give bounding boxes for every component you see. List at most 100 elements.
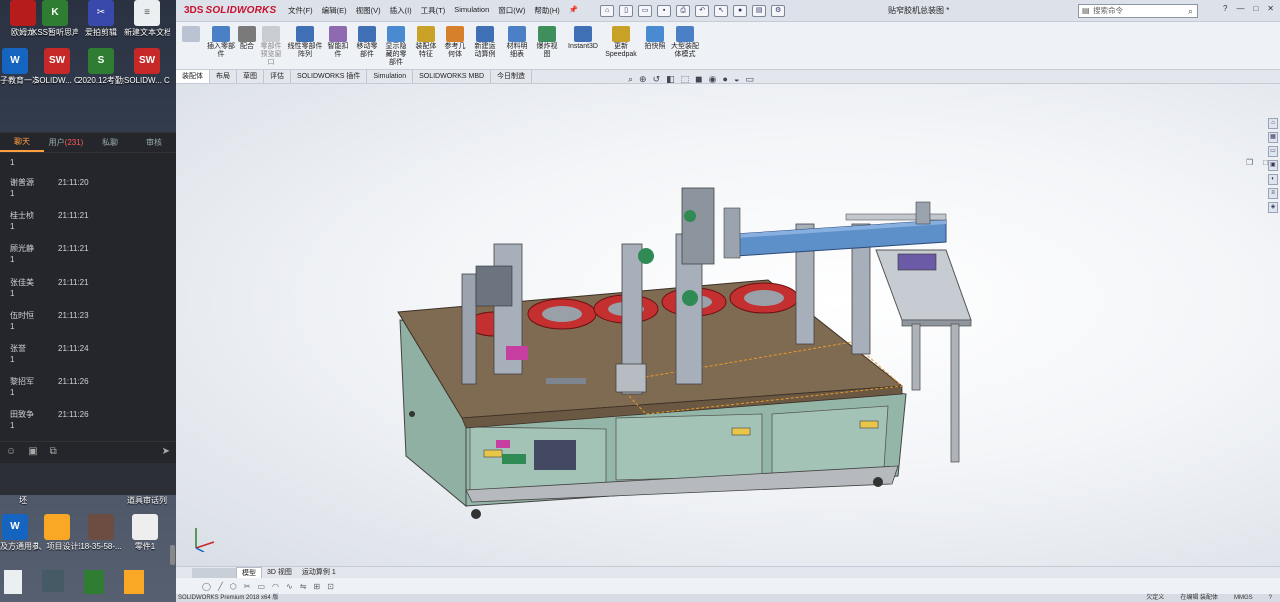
file-properties-icon[interactable]: ▤	[752, 4, 767, 17]
previous-view-icon[interactable]: ↺	[653, 74, 661, 85]
view-orientation-icon[interactable]: ⬚	[681, 74, 690, 85]
appearances-icon[interactable]: ◐	[1268, 174, 1278, 185]
pattern-tool-icon[interactable]: ⊞	[313, 582, 320, 591]
tab-sketch[interactable]: 草图	[237, 70, 264, 83]
spline-tool-icon[interactable]: ∿	[286, 582, 293, 591]
line-tool-icon[interactable]: ╱	[218, 582, 223, 591]
edit-appearance-icon[interactable]: ●	[723, 74, 728, 85]
new-motion-study-button[interactable]: 新建运动算例	[472, 26, 498, 59]
file-explorer-icon[interactable]: ▭	[1268, 146, 1278, 157]
menu-simulation[interactable]: Simulation	[454, 5, 489, 16]
solidworks-resources-icon[interactable]: ⌂	[1268, 118, 1278, 129]
tab-model[interactable]: 模型	[236, 566, 262, 579]
assembly-model[interactable]	[176, 84, 1280, 566]
menu-window[interactable]: 窗口(W)	[498, 5, 525, 16]
maximize-button[interactable]: □	[1253, 4, 1258, 13]
smart-fasteners-button[interactable]: 智能扣件	[326, 26, 350, 59]
bill-of-materials-button[interactable]: 材料明细表	[504, 26, 530, 59]
large-assembly-mode-button[interactable]: 大型装配体模式	[670, 26, 700, 59]
minimize-button[interactable]: —	[1236, 4, 1244, 13]
desktop-icon-solidworks-composer-2[interactable]: SW SOLIDW... Compose...	[124, 48, 170, 86]
print-icon[interactable]: ⎙	[676, 4, 691, 17]
tab-private[interactable]: 私聊	[88, 137, 132, 148]
desktop-icon-textfile[interactable]: ≡ 新建文本文档 (9)	[124, 0, 170, 38]
viewport-restore-icon[interactable]: ❐	[1246, 158, 1253, 167]
home-icon[interactable]: ⌂	[600, 4, 615, 17]
polygon-tool-icon[interactable]: ⬡	[230, 582, 237, 591]
tab-chat[interactable]: 聊天	[0, 134, 44, 152]
save-icon[interactable]: ▪	[657, 4, 672, 17]
view-palette-icon[interactable]: ▣	[1268, 160, 1278, 171]
pin-icon[interactable]: 📌	[569, 5, 578, 16]
tab-review[interactable]: 审核	[132, 137, 176, 148]
desktop-icon-solidworks-composer[interactable]: SW SOLIDW... Compose...	[34, 48, 80, 86]
take-snapshot-button[interactable]: 拍快照	[642, 26, 668, 51]
desktop-icon-misc[interactable]: 坯	[0, 496, 46, 506]
circle-tool-icon[interactable]: ◯	[202, 582, 211, 591]
custom-properties-icon[interactable]: ≡	[1268, 188, 1278, 199]
zoom-area-icon[interactable]: ⊕	[639, 74, 647, 85]
menu-edit[interactable]: 编辑(E)	[322, 5, 347, 16]
arc-tool-icon[interactable]: ◠	[272, 582, 279, 591]
spreadsheet-icon[interactable]	[84, 570, 104, 594]
search-scope-icon[interactable]: ▤	[1082, 5, 1090, 17]
design-library-icon[interactable]: ▦	[1268, 132, 1278, 143]
menu-tools[interactable]: 工具(T)	[421, 5, 446, 16]
show-hidden-components-button[interactable]: 显示隐藏的零部件	[384, 26, 408, 67]
desktop-icon-file[interactable]: 18-35-58-...	[78, 514, 124, 552]
component-preview-button[interactable]: 零部件预览窗口	[260, 26, 282, 67]
mirror-tool-icon[interactable]: ⇋	[300, 582, 307, 591]
section-view-icon[interactable]: ◧	[666, 74, 675, 85]
options-gear-icon[interactable]: ⚙	[771, 4, 786, 17]
screenshot-icon[interactable]: ⧉	[50, 446, 57, 457]
image-icon[interactable]: ▣	[28, 446, 37, 457]
status-units[interactable]: MMGS	[1234, 594, 1253, 602]
hide-show-items-icon[interactable]: ◉	[709, 74, 717, 85]
tab-addins[interactable]: SOLIDWORKS 插件	[291, 70, 368, 83]
tab-motion-study[interactable]: 运动算例 1	[297, 567, 341, 578]
status-help-icon[interactable]: ?	[1269, 594, 1272, 602]
desktop-icon-word[interactable]: W 丸子教育一次培...	[0, 48, 38, 86]
instant3d-button[interactable]: Instant3D	[566, 26, 600, 51]
rectangle-tool-icon[interactable]: ▭	[257, 582, 265, 591]
viewport-tile-icon[interactable]: □	[1263, 158, 1268, 167]
apply-scene-icon[interactable]: ◒	[734, 74, 739, 85]
reference-geometry-button[interactable]: 参考几何体	[442, 26, 468, 59]
desktop-icon-aipai[interactable]: ✂ 爱拍剪辑	[78, 0, 124, 38]
view-settings-icon[interactable]: ▭	[745, 74, 754, 85]
forum-icon[interactable]: ◈	[1268, 202, 1278, 213]
close-button[interactable]: ✕	[1267, 4, 1274, 13]
tab-users[interactable]: 用户(231)	[44, 137, 88, 148]
send-icon[interactable]: ➤	[162, 446, 170, 457]
tab-3d-views[interactable]: 3D 视图	[262, 567, 297, 578]
desktop-icon-part[interactable]: 零件1	[122, 514, 168, 552]
search-commands-input[interactable]: ▤ 搜索命令 ⌕	[1078, 4, 1198, 18]
chat-scrollbar[interactable]	[170, 545, 175, 565]
menu-view[interactable]: 视图(V)	[356, 5, 381, 16]
insert-component-button[interactable]: 插入零部件	[206, 26, 236, 59]
desktop-icon-kss[interactable]: K KSS暂听思声卡控制面板...	[32, 0, 78, 38]
graphics-area[interactable]: ⌂ ▦ ▭ ▣ ◐ ≡ ◈ ❐ □	[176, 84, 1280, 566]
display-style-icon[interactable]: ◼	[695, 74, 702, 85]
tab-evaluate[interactable]: 评估	[264, 70, 291, 83]
menu-help[interactable]: 帮助(H)	[534, 5, 559, 16]
exploded-view-button[interactable]: 爆炸视图	[534, 26, 560, 59]
desktop-icon-folder[interactable]: 3、项目设计班	[34, 514, 80, 552]
edit-component-button[interactable]	[180, 26, 202, 43]
rebuild-icon[interactable]: ●	[733, 4, 748, 17]
mate-button[interactable]: 配合	[238, 26, 256, 51]
desktop-icon-misc-2[interactable]: 道具审话列	[124, 496, 170, 506]
trim-tool-icon[interactable]: ✂	[244, 582, 251, 591]
new-document-icon[interactable]: ▯	[619, 4, 634, 17]
select-arrow-icon[interactable]: ↖	[714, 4, 729, 17]
desktop-icon-word-2[interactable]: W 材及方通用参考	[0, 514, 38, 552]
linear-pattern-button[interactable]: 线性零部件阵列	[286, 26, 324, 59]
menu-insert[interactable]: 插入(I)	[390, 5, 412, 16]
tab-mbd[interactable]: SOLIDWORKS MBD	[413, 70, 492, 83]
emoji-icon[interactable]: ☺	[6, 446, 16, 457]
zoom-to-fit-icon[interactable]: ⌕	[628, 74, 633, 85]
tab-assembly[interactable]: 装配体	[176, 70, 210, 83]
offset-tool-icon[interactable]: ⊡	[327, 582, 334, 591]
help-icon[interactable]: ?	[1223, 4, 1227, 13]
folder-icon[interactable]	[124, 570, 144, 594]
